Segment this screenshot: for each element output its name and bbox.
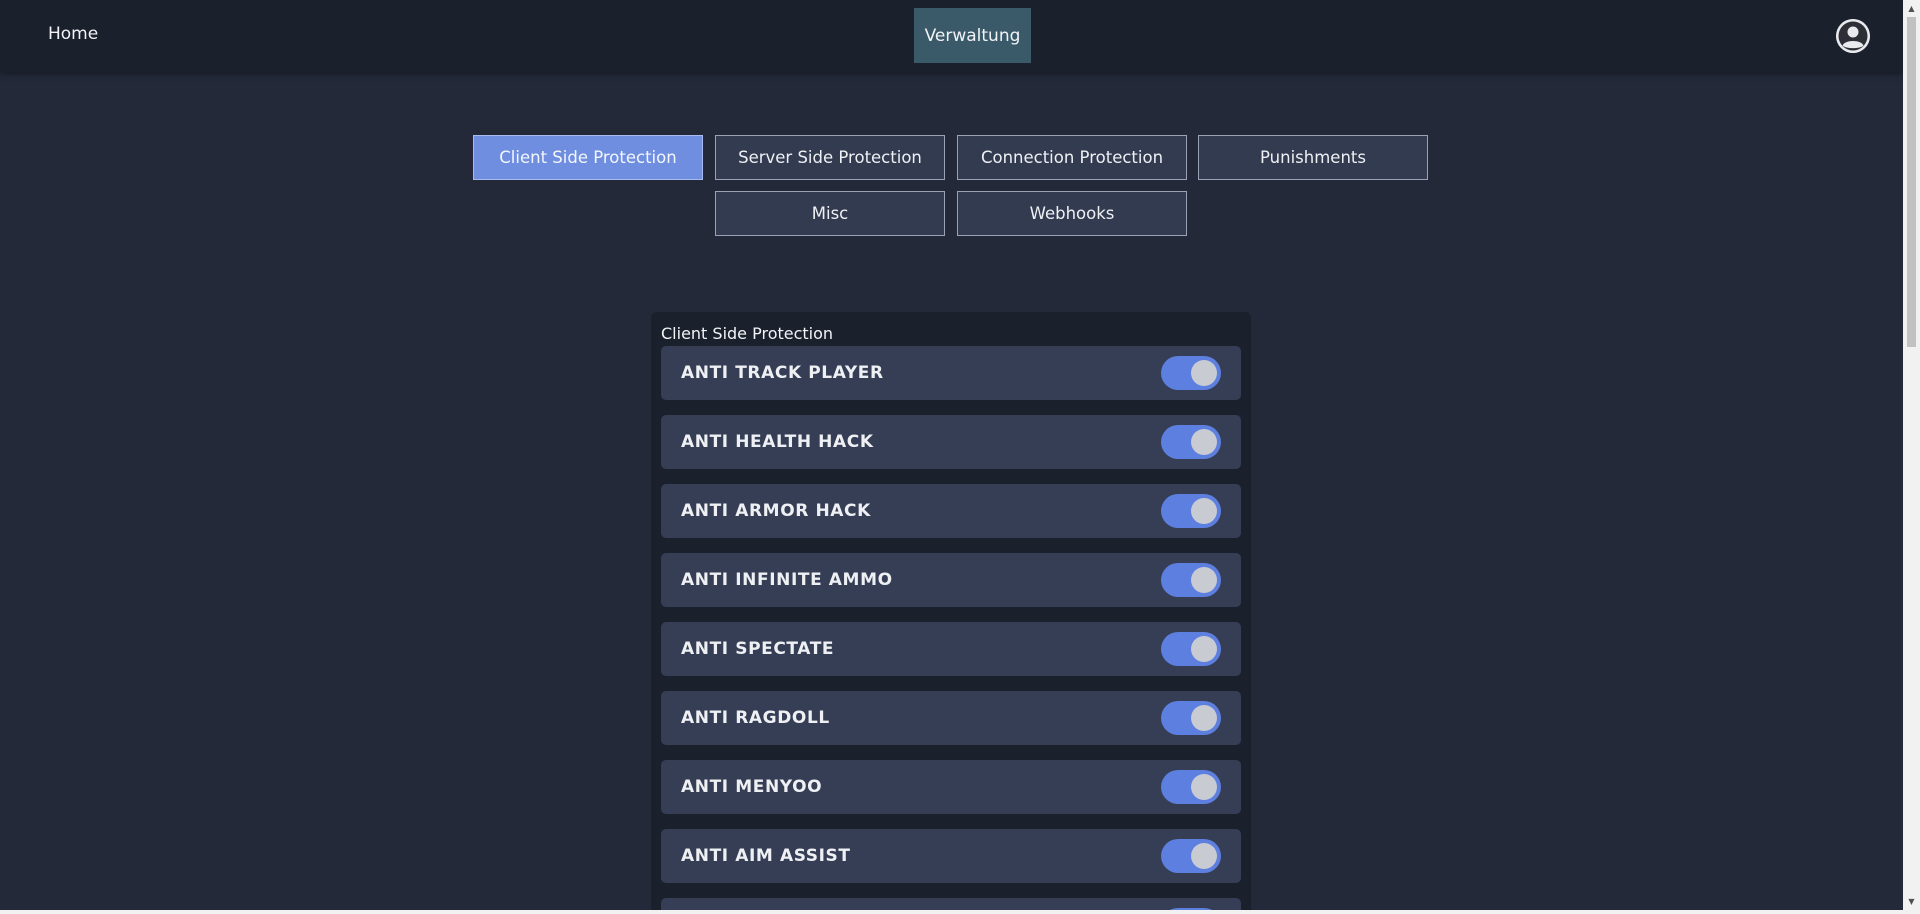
- toggle-switch[interactable]: [1161, 563, 1221, 597]
- setting-row: ANTI TRACK PLAYER: [661, 346, 1241, 400]
- toggle-knob: [1191, 774, 1217, 800]
- toggle-switch[interactable]: [1161, 770, 1221, 804]
- setting-row: ANTI ARMOR HACK: [661, 484, 1241, 538]
- nav-home-link[interactable]: Home: [48, 24, 98, 44]
- tab-server-side-protection[interactable]: Server Side Protection: [715, 135, 945, 180]
- toggle-knob: [1191, 705, 1217, 731]
- vertical-scrollbar[interactable]: ▲ ▼: [1903, 0, 1920, 910]
- toggle-switch[interactable]: [1161, 839, 1221, 873]
- setting-row: ANTI HEALTH HACK: [661, 415, 1241, 469]
- user-avatar-icon[interactable]: [1836, 19, 1870, 53]
- toggle-knob: [1191, 429, 1217, 455]
- toggle-switch[interactable]: [1161, 356, 1221, 390]
- setting-label: ANTI HEALTH HACK: [681, 432, 874, 452]
- nav-verwaltung-button[interactable]: Verwaltung: [914, 8, 1031, 63]
- setting-row: ANTI RAGDOLL: [661, 691, 1241, 745]
- setting-label: ANTI AIM ASSIST: [681, 846, 851, 866]
- toggle-switch[interactable]: [1161, 701, 1221, 735]
- scrollbar-thumb[interactable]: [1907, 17, 1916, 347]
- scroll-up-arrow-icon[interactable]: ▲: [1903, 0, 1920, 17]
- setting-row: ANTI INFINITE AMMO: [661, 553, 1241, 607]
- tab-webhooks[interactable]: Webhooks: [957, 191, 1187, 236]
- toggle-switch[interactable]: [1161, 632, 1221, 666]
- top-navbar: Home Verwaltung: [0, 0, 1903, 72]
- scroll-down-arrow-icon[interactable]: ▼: [1903, 893, 1920, 910]
- setting-label: ANTI ARMOR HACK: [681, 501, 871, 521]
- setting-row: ANTI SPECTATE: [661, 622, 1241, 676]
- toggle-knob: [1191, 498, 1217, 524]
- app-viewport: Home Verwaltung Client Side Protection S…: [0, 0, 1903, 910]
- setting-label: ANTI INFINITE AMMO: [681, 570, 893, 590]
- setting-label: ANTI TRACK PLAYER: [681, 363, 884, 383]
- toggle-knob: [1191, 843, 1217, 869]
- tab-misc[interactable]: Misc: [715, 191, 945, 236]
- panel-title: Client Side Protection: [661, 324, 834, 343]
- setting-label: ANTI SPECTATE: [681, 639, 835, 659]
- settings-panel: Client Side Protection ANTI TRACK PLAYER…: [651, 312, 1251, 910]
- toggle-knob: [1191, 567, 1217, 593]
- tab-client-side-protection[interactable]: Client Side Protection: [473, 135, 703, 180]
- tab-punishments[interactable]: Punishments: [1198, 135, 1428, 180]
- setting-label: ANTI MENYOO: [681, 777, 823, 797]
- setting-row: [661, 898, 1241, 910]
- tab-connection-protection[interactable]: Connection Protection: [957, 135, 1187, 180]
- toggle-knob: [1191, 636, 1217, 662]
- bottom-scroll-strip: [0, 910, 1920, 914]
- setting-row: ANTI MENYOO: [661, 760, 1241, 814]
- toggle-knob: [1191, 360, 1217, 386]
- toggle-switch[interactable]: [1161, 425, 1221, 459]
- setting-label: ANTI RAGDOLL: [681, 708, 830, 728]
- setting-row: ANTI AIM ASSIST: [661, 829, 1241, 883]
- toggle-switch[interactable]: [1161, 494, 1221, 528]
